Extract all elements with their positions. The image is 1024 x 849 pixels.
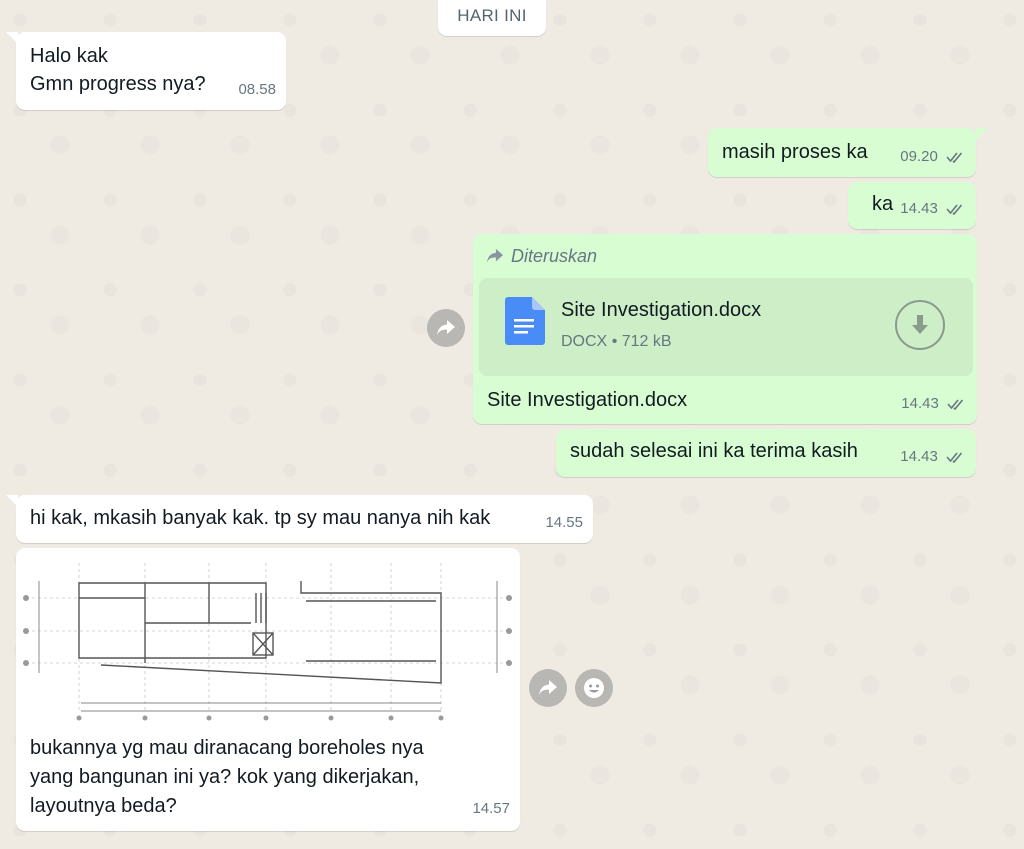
incoming-image-message[interactable]: bukannya yg mau diranacang boreholes nya… xyxy=(16,548,520,831)
document-file-name: Site Investigation.docx xyxy=(561,299,762,321)
double-check-icon xyxy=(947,399,964,410)
message-text: hi kak, mkasih banyak kak. tp sy mau nan… xyxy=(30,507,491,529)
message-time: 09.20 xyxy=(900,148,938,165)
document-caption: Site Investigation.docx xyxy=(487,389,688,411)
outgoing-message[interactable]: masih proses ka 09.20 xyxy=(708,128,976,177)
day-divider: HARI INI xyxy=(438,0,546,36)
react-button[interactable] xyxy=(575,669,613,707)
double-check-icon xyxy=(946,152,963,163)
caption-line: yang bangunan ini ya? kok yang dikerjaka… xyxy=(30,766,420,788)
message-status: 14.43 xyxy=(901,390,967,418)
bubble-tail xyxy=(6,495,18,507)
forward-arrow-icon xyxy=(437,320,455,336)
message-time: 14.43 xyxy=(900,200,938,217)
download-button[interactable] xyxy=(895,300,945,350)
forward-button[interactable] xyxy=(529,669,567,707)
emoji-reaction-icon xyxy=(584,678,604,698)
outgoing-message[interactable]: sudah selesai ini ka terima kasih 14.43 xyxy=(556,429,976,477)
image-caption: bukannya yg mau diranacang boreholes nya… xyxy=(30,734,424,821)
caption-line: bukannya yg mau diranacang boreholes nya xyxy=(30,737,424,759)
message-status: 14.43 xyxy=(900,195,966,223)
message-status: 09.20 xyxy=(900,143,966,171)
forward-button[interactable] xyxy=(427,309,465,347)
message-text-line: Halo kak xyxy=(30,45,108,67)
document-type: DOCX xyxy=(561,333,608,350)
floor-plan-image[interactable] xyxy=(21,553,515,725)
message-time: 08.58 xyxy=(238,81,276,98)
message-text-line: Gmn progress nya? xyxy=(30,73,206,95)
double-check-icon xyxy=(946,452,963,463)
forward-arrow-icon xyxy=(487,248,503,264)
message-status: 14.43 xyxy=(900,443,966,471)
document-card[interactable]: Site Investigation.docx DOCX • 712 kB xyxy=(479,278,973,376)
meta-separator: • xyxy=(611,333,622,350)
double-check-icon xyxy=(946,204,963,215)
document-size: 712 kB xyxy=(621,333,672,350)
download-icon xyxy=(912,315,928,334)
message-time: 14.57 xyxy=(472,800,510,817)
outgoing-message[interactable]: ka 14.43 xyxy=(848,182,976,229)
forwarded-indicator: Diteruskan xyxy=(485,242,597,270)
incoming-message[interactable]: hi kak, mkasih banyak kak. tp sy mau nan… xyxy=(16,495,593,543)
forwarded-label: Diteruskan xyxy=(511,246,598,266)
message-time: 14.55 xyxy=(545,514,583,531)
message-time: 14.43 xyxy=(900,448,938,465)
message-text: sudah selesai ini ka terima kasih xyxy=(570,440,858,462)
bubble-tail xyxy=(976,128,988,140)
docx-file-icon xyxy=(505,297,545,345)
incoming-message[interactable]: Halo kak Gmn progress nya? 08.58 xyxy=(16,32,286,110)
message-time: 14.43 xyxy=(901,395,939,412)
bubble-tail xyxy=(6,32,18,44)
document-meta: DOCX • 712 kB xyxy=(561,328,672,356)
caption-line: layoutnya beda? xyxy=(30,795,177,817)
message-text: ka xyxy=(872,193,894,215)
outgoing-document-message[interactable]: Diteruskan Site Investigation.docx DOCX … xyxy=(473,234,977,424)
message-text: masih proses ka xyxy=(722,141,868,163)
forward-arrow-icon xyxy=(539,680,557,696)
